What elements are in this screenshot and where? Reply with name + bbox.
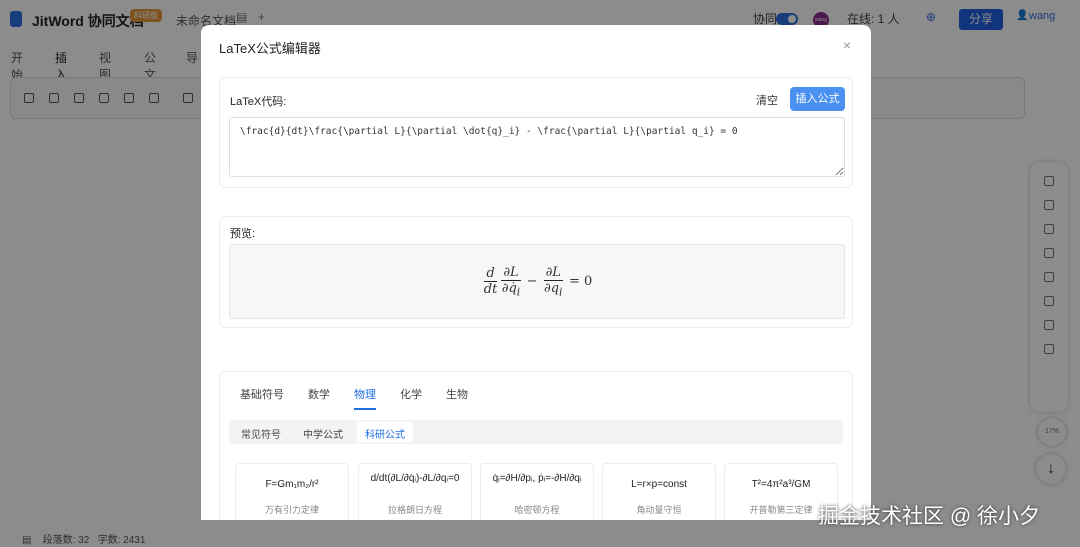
formula-text: T²=4π²a³/GM (751, 479, 811, 490)
tab-basic[interactable]: 基础符号 (240, 386, 284, 410)
close-icon[interactable]: × (843, 37, 851, 53)
formula-text: q̇ᵢ=∂H/∂pᵢ, ṗᵢ=-∂H/∂qᵢ (492, 473, 582, 484)
formula-text: F=Gm₁m₂/r² (265, 479, 319, 490)
subtab-research[interactable]: 科研公式 (357, 422, 413, 442)
formula-card[interactable]: L=r×p=const 角动量守恒 (602, 463, 716, 520)
formula-desc: 万有引力定律 (264, 505, 319, 515)
formula-card[interactable]: d/dt(∂L/∂q̇ᵢ)-∂L/∂qᵢ=0 拉格朗日方程 (358, 463, 472, 520)
tab-biology[interactable]: 生物 (446, 386, 468, 410)
code-label: LaTeX代码: (230, 96, 287, 108)
code-section: LaTeX代码: 清空 插入公式 (219, 77, 853, 188)
watermark: 掘金技术社区 @ 徐小夕 (818, 505, 1040, 528)
latex-code-input[interactable] (229, 117, 845, 177)
tab-physics[interactable]: 物理 (354, 386, 376, 410)
formula-card[interactable]: F=Gm₁m₂/r² 万有引力定律 (235, 463, 349, 520)
clear-button[interactable]: 清空 (756, 92, 778, 108)
formula-desc: 拉格朗日方程 (387, 505, 442, 515)
subtab-middle-school[interactable]: 中学公式 (295, 422, 351, 442)
tab-chemistry[interactable]: 化学 (400, 386, 422, 410)
preview-section: 预览: d dt ∂L ∂q̇i − ∂L ∂qi = 0 (219, 216, 853, 328)
formula-desc: 角动量守恒 (636, 505, 682, 515)
formula-text: L=r×p=const (631, 479, 687, 490)
insert-formula-button[interactable]: 插入公式 (790, 87, 845, 111)
formula-preview: d dt ∂L ∂q̇i − ∂L ∂qi = 0 (229, 244, 845, 319)
tab-math[interactable]: 数学 (308, 386, 330, 410)
latex-editor-modal: LaTeX公式编辑器 × LaTeX代码: 清空 插入公式 预览: ddt ∂L… (201, 25, 871, 520)
formula-library: 基础符号 数学 物理 化学 生物 常见符号 中学公式 科研公式 F=Gm₁m₂/… (219, 371, 853, 520)
subtab-common[interactable]: 常见符号 (233, 422, 289, 442)
modal-title: LaTeX公式编辑器 (219, 41, 321, 56)
formula-card[interactable]: q̇ᵢ=∂H/∂pᵢ, ṗᵢ=-∂H/∂qᵢ 哈密顿方程 (480, 463, 594, 520)
formula-desc: 哈密顿方程 (514, 505, 560, 515)
preview-label: 预览: (230, 228, 256, 240)
formula-text: d/dt(∂L/∂q̇ᵢ)-∂L/∂qᵢ=0 (370, 473, 460, 484)
